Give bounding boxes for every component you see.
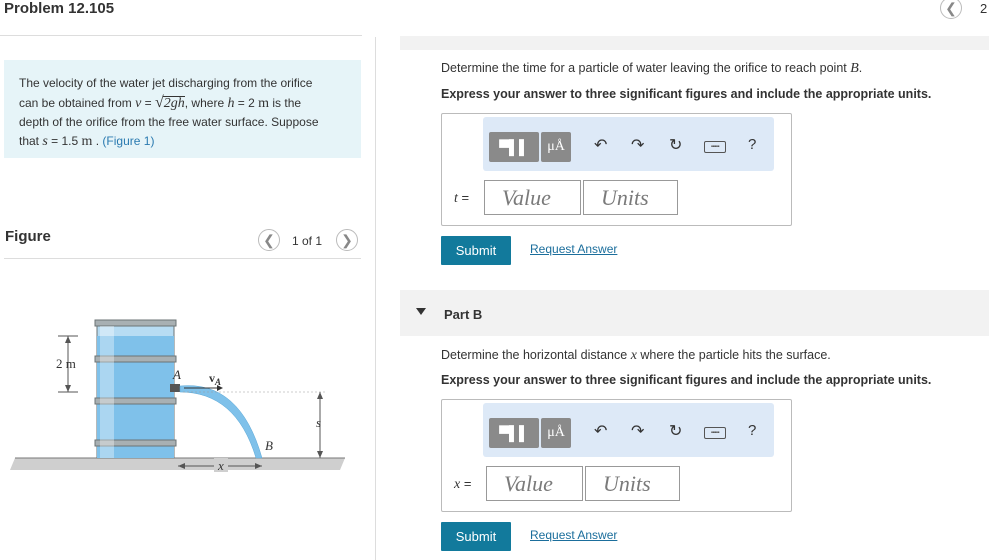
figure-count: 1 of 1: [292, 234, 323, 248]
point-a-label: A: [172, 367, 181, 382]
part-b-instruction: Express your answer to three significant…: [441, 373, 932, 387]
figure-divider: [4, 258, 361, 259]
part-a-submit-button[interactable]: Submit: [441, 236, 511, 265]
reset-icon[interactable]: ↻: [669, 137, 682, 155]
keyboard-icon[interactable]: ▪▪▪▪▪: [704, 141, 726, 153]
part-a-instruction: Express your answer to three significant…: [441, 87, 932, 101]
units-button[interactable]: μÅ: [541, 418, 571, 448]
problem-title: Problem 12.105: [4, 0, 115, 17]
distance-x-label: x: [217, 458, 224, 473]
undo-icon[interactable]: ↶: [594, 423, 607, 441]
statement-line-1: The velocity of the water jet dischargin…: [19, 76, 313, 90]
part-b-toolbar: ▀▌▌ μÅ ↶ ↷ ↻ ▪▪▪▪▪ ?: [483, 403, 774, 457]
header-divider: [0, 35, 362, 36]
page-number: 2: [980, 1, 988, 16]
figure-heading: Figure: [5, 228, 51, 245]
previous-problem-button[interactable]: ❮: [940, 0, 962, 19]
panel-divider: [375, 37, 376, 560]
problem-statement: The velocity of the water jet dischargin…: [4, 60, 361, 158]
part-a-question: Determine the time for a particle of wat…: [441, 61, 863, 76]
part-b-label: Part B: [444, 307, 483, 322]
part-b-value-input[interactable]: Value: [486, 466, 583, 501]
templates-button[interactable]: ▀▌▌: [489, 132, 539, 162]
templates-button[interactable]: ▀▌▌: [489, 418, 539, 448]
statement-line-3: depth of the orifice from the free water…: [19, 115, 319, 129]
caret-down-icon: [416, 308, 426, 315]
part-b-variable: x =: [454, 476, 472, 492]
templates-icon: ▀▌▌: [499, 139, 529, 155]
part-b-submit-button[interactable]: Submit: [441, 522, 511, 551]
part-b-question: Determine the horizontal distance x wher…: [441, 348, 831, 363]
point-b-label: B: [265, 438, 273, 453]
figure-next-button[interactable]: ❯: [336, 229, 358, 251]
statement-line-4: that s = 1.5 m . (Figure 1): [19, 134, 155, 149]
height-s-label: s: [316, 415, 321, 430]
undo-icon[interactable]: ↶: [594, 137, 607, 155]
part-a-request-answer-link[interactable]: Request Answer: [530, 242, 617, 256]
units-button[interactable]: μÅ: [541, 132, 571, 162]
part-a-variable: t =: [454, 190, 470, 206]
figure-link[interactable]: (Figure 1): [102, 134, 154, 148]
part-b-units-input[interactable]: Units: [585, 466, 680, 501]
water-drum-figure: 2 m A vA B s x: [10, 319, 345, 473]
help-icon[interactable]: ?: [748, 136, 756, 153]
redo-icon[interactable]: ↷: [631, 137, 644, 155]
ground: [10, 458, 345, 470]
templates-icon: ▀▌▌: [499, 425, 529, 441]
velocity-label: vA: [209, 371, 221, 387]
keyboard-icon[interactable]: ▪▪▪▪▪: [704, 427, 726, 439]
water-jet: [179, 385, 263, 459]
chevron-left-icon: ❮: [263, 231, 275, 248]
statement-line-2: can be obtained from v = √2gh, where h =…: [19, 94, 302, 111]
chevron-left-icon: ❮: [945, 0, 957, 16]
chevron-right-icon: ❯: [341, 231, 353, 248]
part-a-answer-box: ▀▌▌ μÅ ↶ ↷ ↻ ▪▪▪▪▪ ? t = Value Units: [441, 113, 792, 226]
part-b-answer-box: ▀▌▌ μÅ ↶ ↷ ↻ ▪▪▪▪▪ ? x = Value Units: [441, 399, 792, 512]
orifice: [170, 384, 180, 392]
reset-icon[interactable]: ↻: [669, 423, 682, 441]
part-b-request-answer-link[interactable]: Request Answer: [530, 528, 617, 542]
part-a-toolbar: ▀▌▌ μÅ ↶ ↷ ↻ ▪▪▪▪▪ ?: [483, 117, 774, 171]
depth-dimension-label: 2 m: [56, 356, 76, 371]
redo-icon[interactable]: ↷: [631, 423, 644, 441]
part-a-value-input[interactable]: Value: [484, 180, 581, 215]
part-a-band: [400, 36, 989, 50]
part-a-units-input[interactable]: Units: [583, 180, 678, 215]
figure-prev-button[interactable]: ❮: [258, 229, 280, 251]
help-icon[interactable]: ?: [748, 422, 756, 439]
part-b-header[interactable]: Part B: [400, 290, 989, 336]
